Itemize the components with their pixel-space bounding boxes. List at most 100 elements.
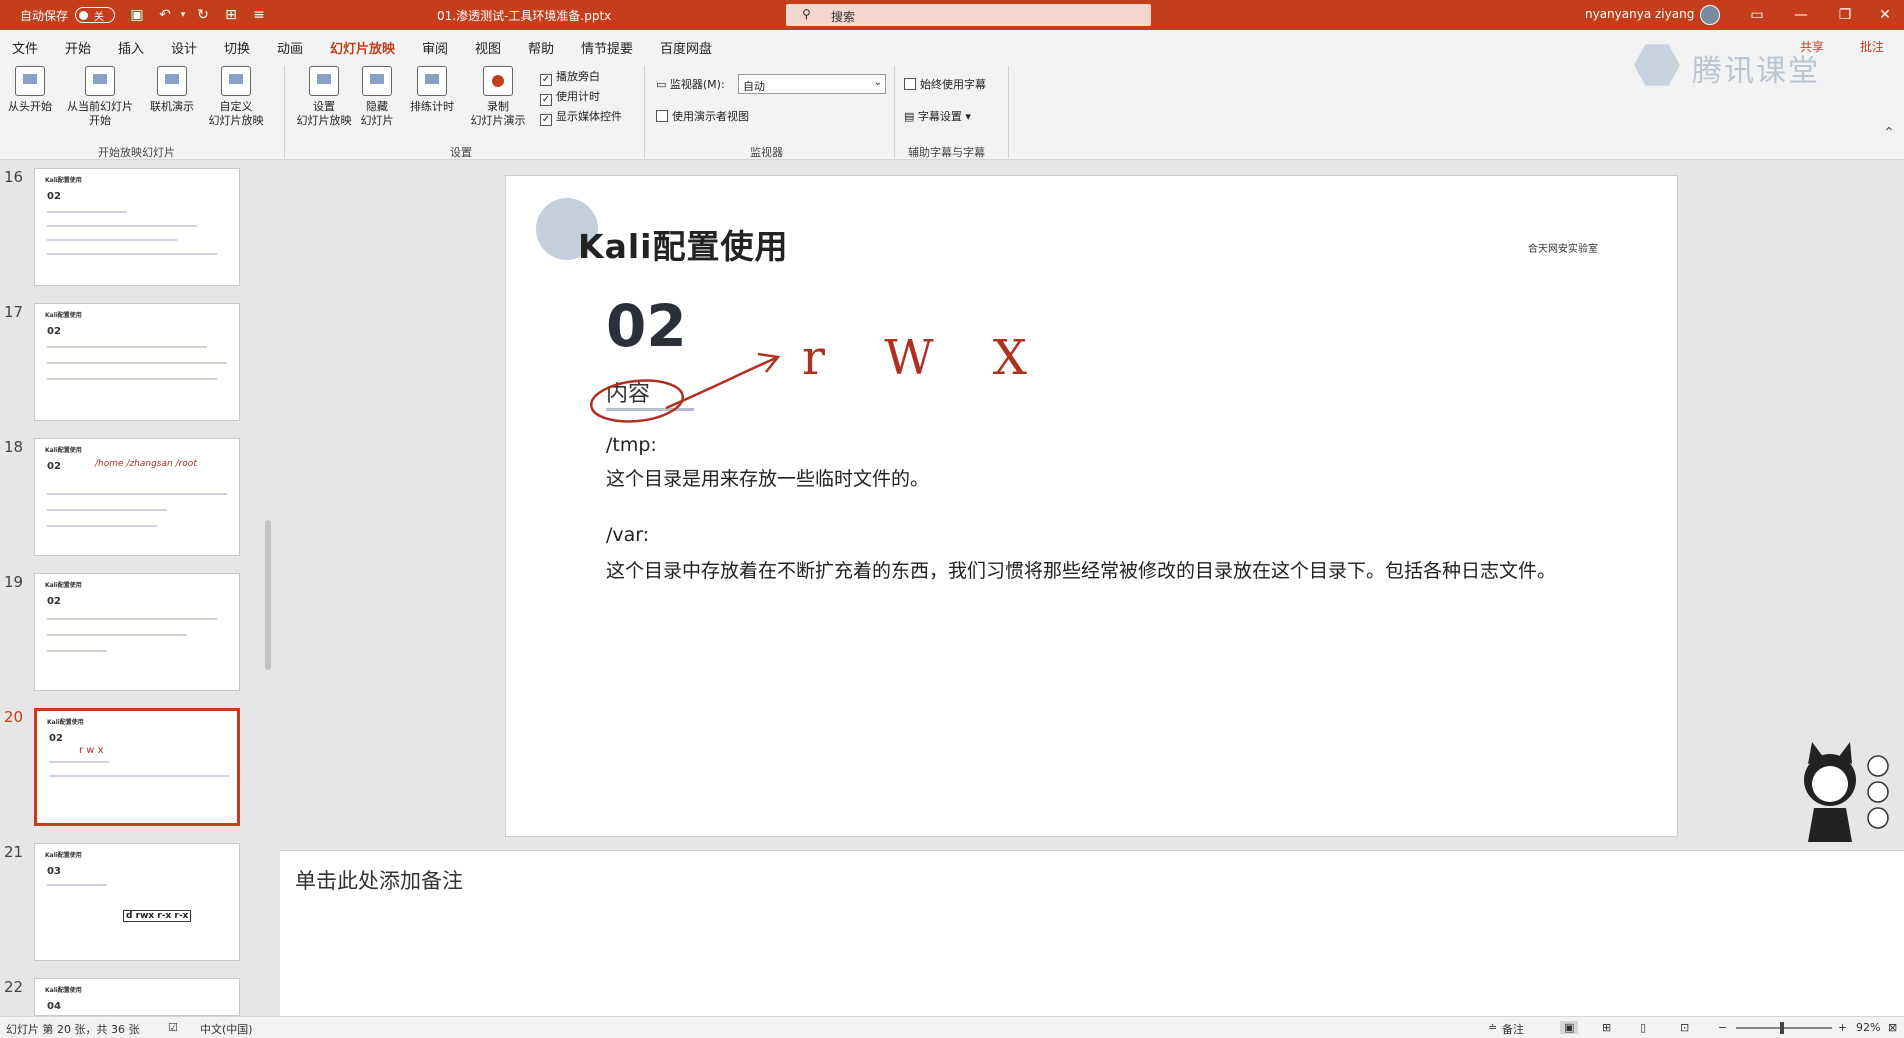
slide-thumbnail[interactable]: Kali配置使用 02 /home /zhangsan /root — [34, 438, 240, 556]
tab-transitions[interactable]: 切换 — [224, 38, 250, 57]
slide-thumbnail-selected[interactable]: Kali配置使用 02 r w x — [34, 708, 240, 826]
ink-text: r W X — [802, 330, 1049, 386]
fit-to-window-icon[interactable]: ⊠ — [1888, 1021, 1897, 1034]
tab-view[interactable]: 视图 — [475, 38, 501, 57]
hide-slide-button[interactable]: 隐藏 幻灯片 — [356, 66, 398, 128]
tab-insert[interactable]: 插入 — [118, 38, 144, 57]
var-description[interactable]: 这个目录中存放着在不断扩充着的东西，我们习惯将那些经常被修改的目录放在这个目录下… — [606, 556, 1556, 583]
presenter-view-checkbox[interactable]: 使用演示者视图 — [656, 108, 749, 124]
ribbon: 从头开始 从当前幻灯片 开始 联机演示 自定义 幻灯片放映 开始放映幻灯片 设置… — [0, 60, 1904, 160]
slide-thumbnail[interactable]: Kali配置使用 02 — [34, 303, 240, 421]
notes-placeholder[interactable]: 单击此处添加备注 — [295, 865, 463, 895]
slide-thumbnail[interactable]: Kali配置使用 04 — [34, 978, 240, 1016]
undo-dropdown-icon[interactable]: ▾ — [174, 6, 192, 24]
current-slide[interactable]: Kali配置使用 合天网安实验室 02 内容 /tmp: 这个目录是用来存放一些… — [505, 175, 1678, 837]
restore-icon[interactable]: ❐ — [1836, 6, 1854, 24]
zoom-slider[interactable] — [1736, 1022, 1832, 1034]
hide-label-1: 隐藏 — [366, 100, 388, 113]
tab-file[interactable]: 文件 — [12, 38, 38, 57]
subtitle-settings-button[interactable]: ▤ 字幕设置 ▾ — [904, 108, 971, 124]
tab-slideshow[interactable]: 幻灯片放映 — [330, 38, 396, 63]
slide-thumbnail-pane: 16 Kali配置使用 02 17 Kali配置使用 02 18 Kali配置使… — [0, 160, 280, 1016]
ribbon-display-icon[interactable]: ▭ — [1748, 6, 1766, 24]
slide-number: 18 — [4, 438, 24, 456]
close-icon[interactable]: ✕ — [1876, 6, 1894, 24]
user-name[interactable]: nyanyanya ziyang — [1585, 7, 1694, 21]
tab-help[interactable]: 帮助 — [528, 38, 554, 57]
watermark: 腾讯课堂 — [1630, 38, 1850, 92]
slide-thumbnail[interactable]: Kali配置使用 03 d rwx r-x r-x — [34, 843, 240, 961]
show-media-controls-checkbox[interactable]: ✓ 显示媒体控件 — [540, 108, 622, 126]
autosave-toggle[interactable]: 关 — [75, 7, 115, 23]
monitor-group-label: 监视器 — [750, 146, 783, 159]
from-beginning-button[interactable]: 从头开始 — [6, 66, 54, 114]
notes-pane[interactable]: 单击此处添加备注 — [280, 850, 1904, 1016]
play-narrations-checkbox[interactable]: ✓ 播放旁白 — [540, 68, 600, 86]
search-box[interactable]: ⚲ 搜索 — [786, 4, 1151, 26]
thumb-section: 02 — [47, 461, 61, 472]
language-indicator[interactable]: 中文(中国) — [200, 1021, 253, 1037]
tab-review[interactable]: 审阅 — [422, 38, 448, 57]
slide-sorter-icon[interactable]: ⊞ — [1602, 1021, 1611, 1034]
custom-slideshow-button[interactable]: 自定义 幻灯片放映 — [200, 66, 272, 128]
document-title: 01.渗透测试-工具环境准备.pptx — [437, 9, 612, 23]
notes-icon[interactable]: ≐ — [1488, 1021, 1497, 1034]
collapse-ribbon-icon[interactable]: ⌃ — [1880, 124, 1898, 142]
watermark-text: 腾讯课堂 — [1692, 54, 1820, 89]
scrollbar-thumb[interactable] — [265, 520, 271, 670]
thumb-text-line — [47, 239, 177, 241]
zoom-in-icon[interactable]: + — [1838, 1021, 1847, 1034]
comments-button[interactable]: 批注 — [1860, 38, 1884, 55]
zoom-level[interactable]: 92% — [1856, 1021, 1880, 1034]
slide-title[interactable]: Kali配置使用 — [578, 220, 788, 268]
tab-storyboard[interactable]: 情节提要 — [581, 38, 633, 57]
slideshow-view-icon[interactable]: ⊡ — [1680, 1021, 1689, 1034]
section-subtitle[interactable]: 内容 — [606, 376, 650, 408]
play-narrations-label: 播放旁白 — [556, 70, 600, 83]
slide-count: 幻灯片 第 20 张，共 36 张 — [6, 1023, 140, 1036]
use-timings-checkbox[interactable]: ✓ 使用计时 — [540, 88, 600, 106]
record-slideshow-button[interactable]: 录制 幻灯片演示 — [460, 66, 536, 128]
save-icon[interactable]: ▣ — [128, 6, 146, 24]
var-heading[interactable]: /var: — [606, 524, 649, 546]
thumb-text-line — [47, 618, 217, 620]
mascot-overlay-icon — [1804, 742, 1889, 842]
redo-icon[interactable]: ↻ — [194, 6, 212, 24]
tmp-description[interactable]: 这个目录是用来存放一些临时文件的。 — [606, 464, 929, 491]
slide-number: 22 — [4, 978, 24, 996]
setup-label-1: 设置 — [313, 100, 335, 113]
undo-icon[interactable]: ↶ — [156, 6, 174, 24]
thumbnail-scrollbar[interactable] — [262, 160, 274, 1016]
present-online-button[interactable]: 联机演示 — [144, 66, 200, 114]
show-media-controls-label: 显示媒体控件 — [556, 110, 622, 123]
ribbon-tabs: 文件 开始 插入 设计 切换 动画 幻灯片放映 审阅 视图 帮助 情节提要 百度… — [0, 30, 1904, 63]
accessibility-icon[interactable]: ☑ — [168, 1021, 178, 1034]
tab-animations[interactable]: 动画 — [277, 38, 303, 57]
group-divider — [644, 66, 645, 158]
thumb-text-line — [47, 650, 107, 652]
notes-button[interactable]: 备注 — [1502, 1021, 1524, 1037]
setup-slideshow-button[interactable]: 设置 幻灯片放映 — [292, 66, 356, 128]
minimize-icon[interactable]: — — [1792, 6, 1810, 24]
rehearse-timings-button[interactable]: 排练计时 — [404, 66, 460, 114]
tmp-heading[interactable]: /tmp: — [606, 434, 657, 456]
from-current-button[interactable]: 从当前幻灯片 开始 — [60, 66, 140, 128]
avatar[interactable] — [1700, 5, 1720, 25]
zoom-slider-knob[interactable] — [1780, 1022, 1784, 1034]
present-icon[interactable]: ⊞ — [222, 6, 240, 24]
caption-group-label: 辅助字幕与字幕 — [908, 146, 985, 159]
customize-qat-icon[interactable]: ≡ — [250, 6, 268, 24]
slide-thumbnail[interactable]: Kali配置使用 02 — [34, 168, 240, 286]
always-subtitles-checkbox[interactable]: 始终使用字幕 — [904, 76, 986, 92]
zoom-out-icon[interactable]: − — [1718, 1021, 1727, 1034]
use-timings-label: 使用计时 — [556, 90, 600, 103]
reading-view-icon[interactable]: ▯ — [1640, 1021, 1646, 1034]
section-number[interactable]: 02 — [606, 292, 687, 360]
slide-thumbnail[interactable]: Kali配置使用 02 — [34, 573, 240, 691]
tab-home[interactable]: 开始 — [65, 38, 91, 57]
monitor-label-wrap: ▭ 监视器(M): — [656, 76, 725, 92]
tab-design[interactable]: 设计 — [171, 38, 197, 57]
normal-view-icon[interactable]: ▣ — [1560, 1021, 1579, 1034]
monitor-select[interactable]: 自动 ⌄ — [738, 74, 886, 94]
tab-baidu-netdisk[interactable]: 百度网盘 — [660, 38, 712, 57]
